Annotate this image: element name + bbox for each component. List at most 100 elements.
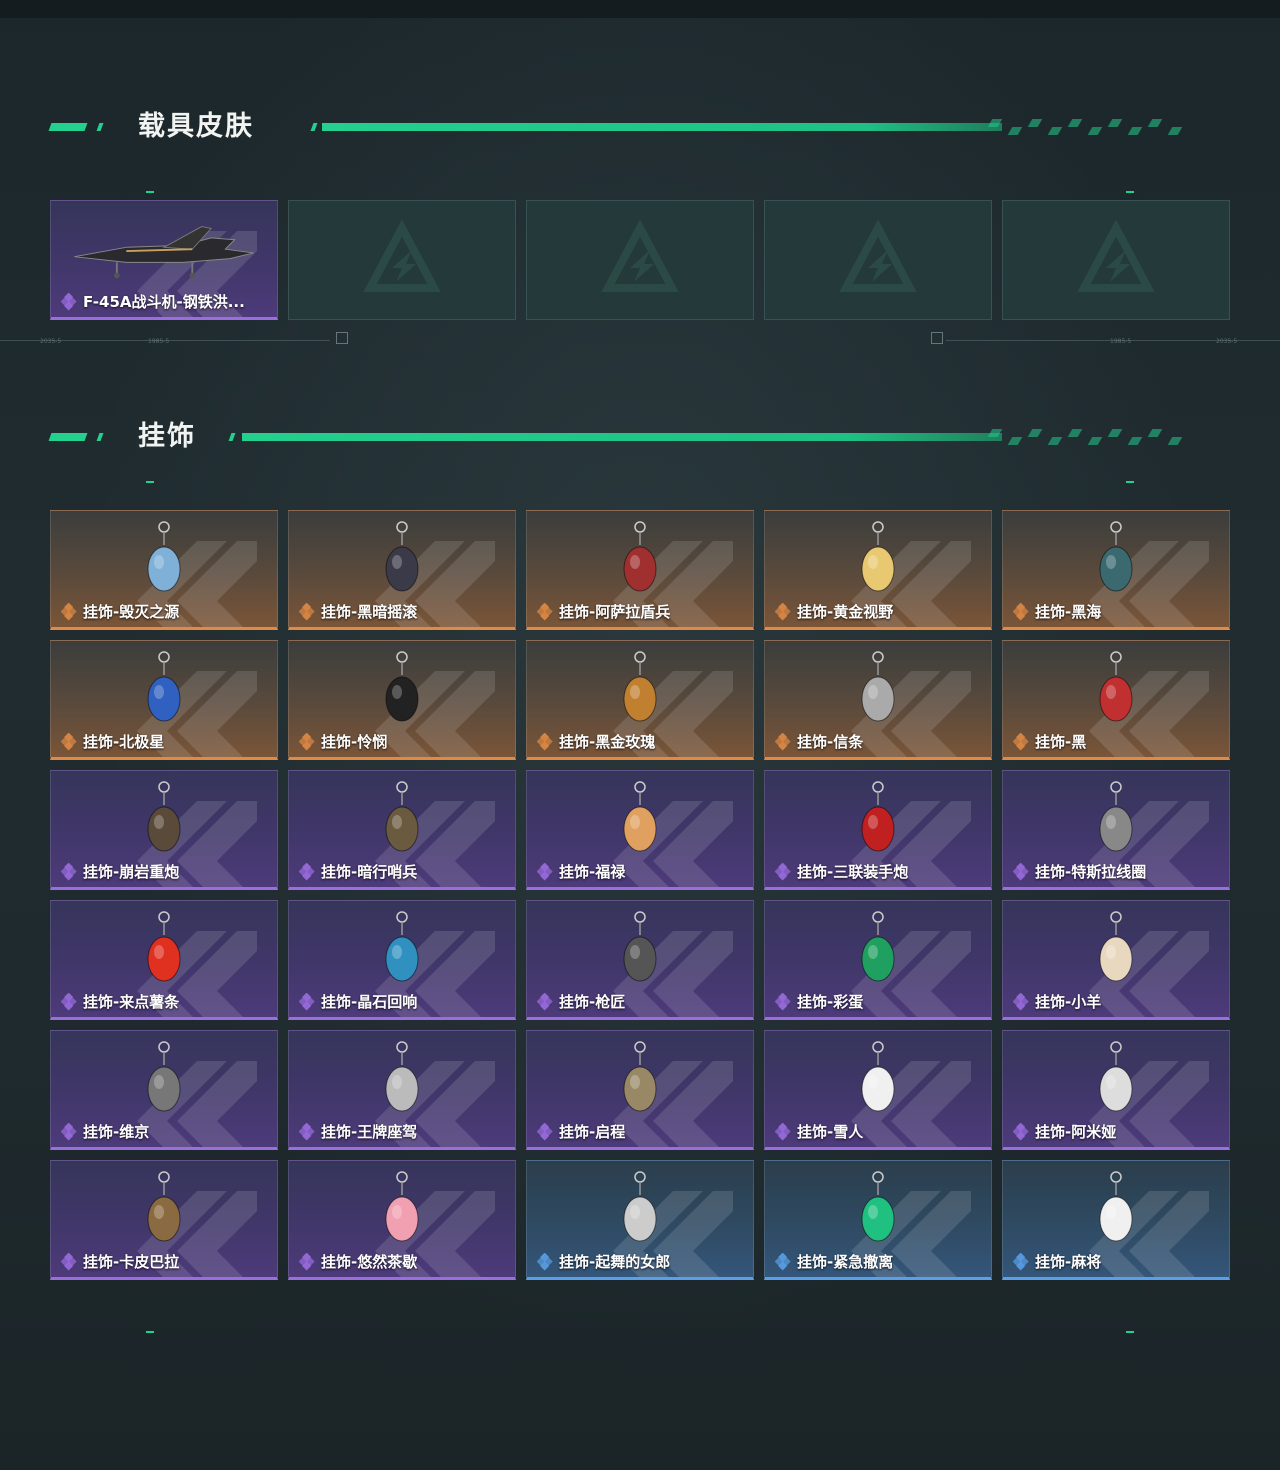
rarity-diamond-icon — [774, 602, 793, 621]
item-label: 挂饰-悠然茶歇 — [321, 1253, 418, 1271]
item-label: F-45A战斗机-钢铁洪... — [83, 293, 245, 311]
charm-card[interactable]: 挂饰-福禄 — [526, 770, 754, 890]
rarity-diamond-icon — [1012, 602, 1031, 621]
charm-card[interactable]: 挂饰-彩蛋 — [764, 900, 992, 1020]
charm-card[interactable]: 挂饰-启程 — [526, 1030, 754, 1150]
rarity-diamond-icon — [298, 992, 317, 1011]
rarity-diamond-icon — [60, 1122, 79, 1141]
empty-slot — [288, 200, 516, 320]
dancer-charm-icon — [595, 1167, 685, 1257]
charm-card[interactable]: 挂饰-晶石回响 — [288, 900, 516, 1020]
item-label: 挂饰-阿米娅 — [1035, 1123, 1117, 1141]
rarity-diamond-icon — [60, 1252, 79, 1271]
checker-block — [1087, 437, 1103, 445]
charm-card[interactable]: 挂饰-黑 — [1002, 640, 1230, 760]
charm-card[interactable]: 挂饰-枪匠 — [526, 900, 754, 1020]
timeline-square — [931, 332, 943, 344]
charm-card[interactable]: 挂饰-阿米娅 — [1002, 1030, 1230, 1150]
rarity-diamond-icon — [60, 862, 79, 881]
item-label: 挂饰-小羊 — [1035, 993, 1102, 1011]
charm-card[interactable]: 挂饰-崩岩重炮 — [50, 770, 278, 890]
charm-row: 挂饰-来点薯条 挂饰-晶石回响 挂饰-枪匠 挂饰-彩蛋 挂饰-小羊 — [50, 900, 1230, 1020]
checker-block — [1027, 429, 1043, 437]
plane-charm-icon — [357, 1037, 447, 1127]
empty-slot — [526, 200, 754, 320]
charm-card[interactable]: 挂饰-怜悯 — [288, 640, 516, 760]
charm-card[interactable]: 挂饰-黄金视野 — [764, 510, 992, 630]
charm-card[interactable]: 挂饰-起舞的女郎 — [526, 1160, 754, 1280]
charm-card[interactable]: 挂饰-黑金玫瑰 — [526, 640, 754, 760]
header-accent — [48, 123, 88, 131]
item-label: 挂饰-怜悯 — [321, 733, 388, 751]
item-label: 挂饰-黄金视野 — [797, 603, 894, 621]
charm-card[interactable]: 挂饰-来点薯条 — [50, 900, 278, 1020]
charm-card[interactable]: 挂饰-维京 — [50, 1030, 278, 1150]
charm-card[interactable]: 挂饰-北极星 — [50, 640, 278, 760]
rarity-diamond-icon — [298, 1122, 317, 1141]
timeline-label: 2035-5 — [1216, 338, 1238, 345]
checker-block — [1067, 429, 1083, 437]
rarity-diamond-icon — [1012, 992, 1031, 1011]
exit-charm-icon — [833, 1167, 923, 1257]
checker-block — [1127, 437, 1143, 445]
checker-block — [1067, 119, 1083, 127]
header-bar — [242, 433, 1002, 441]
gourd-charm-icon — [595, 777, 685, 867]
item-label: 挂饰-来点薯条 — [83, 993, 180, 1011]
item-label: 挂饰-三联装手炮 — [797, 863, 909, 881]
section-title: 载具皮肤 — [138, 111, 254, 142]
fighter-jet-icon — [69, 219, 259, 285]
rarity-diamond-icon — [774, 1252, 793, 1271]
charm-card[interactable]: 挂饰-悠然茶歇 — [288, 1160, 516, 1280]
item-label: 挂饰-暗行哨兵 — [321, 863, 418, 881]
charm-card[interactable]: 挂饰-麻将 — [1002, 1160, 1230, 1280]
charm-card[interactable]: 挂饰-王牌座驾 — [288, 1030, 516, 1150]
empty-slot — [1002, 200, 1230, 320]
rarity-diamond-icon — [536, 1252, 555, 1271]
egg-charm-icon — [833, 907, 923, 997]
fries-charm-icon — [119, 907, 209, 997]
charm-card[interactable]: 挂饰-卡皮巴拉 — [50, 1160, 278, 1280]
rarity-diamond-icon — [298, 732, 317, 751]
vehicle-skin-card[interactable]: F-45A战斗机-钢铁洪... — [50, 200, 278, 320]
charm-card[interactable]: 挂饰-阿萨拉盾兵 — [526, 510, 754, 630]
delta-logo-icon — [1076, 219, 1156, 300]
charm-card[interactable]: 挂饰-雪人 — [764, 1030, 992, 1150]
charm-card[interactable]: 挂饰-信条 — [764, 640, 992, 760]
checker-block — [1147, 429, 1163, 437]
bunny-charm-icon — [1071, 1037, 1161, 1127]
charm-card[interactable]: 挂饰-三联装手炮 — [764, 770, 992, 890]
corner-marker — [146, 191, 154, 193]
compass-charm-icon — [595, 1037, 685, 1127]
header-accent — [96, 433, 104, 441]
corner-marker — [146, 1331, 154, 1333]
charm-card[interactable]: 挂饰-小羊 — [1002, 900, 1230, 1020]
rock-charm-icon — [357, 517, 447, 607]
item-label: 挂饰-北极星 — [83, 733, 165, 751]
item-label: 挂饰-黑海 — [1035, 603, 1102, 621]
item-label: 挂饰-维京 — [83, 1123, 150, 1141]
sentinel-charm-icon — [357, 777, 447, 867]
charm-card[interactable]: 挂饰-黑海 — [1002, 510, 1230, 630]
charm-card[interactable]: 挂饰-暗行哨兵 — [288, 770, 516, 890]
item-label: 挂饰-毁灭之源 — [83, 603, 180, 621]
cupcake-charm-icon — [357, 1167, 447, 1257]
charm-card[interactable]: 挂饰-紧急撤离 — [764, 1160, 992, 1280]
charm-card[interactable]: 挂饰-黑暗摇滚 — [288, 510, 516, 630]
charm-row: 挂饰-卡皮巴拉 挂饰-悠然茶歇 挂饰-起舞的女郎 挂饰-紧急撤离 挂饰-麻将 — [50, 1160, 1230, 1280]
bear-charm-icon — [119, 777, 209, 867]
corner-marker — [146, 481, 154, 483]
rarity-diamond-icon — [536, 602, 555, 621]
rarity-diamond-icon — [1012, 1122, 1031, 1141]
charm-card[interactable]: 挂饰-特斯拉线圈 — [1002, 770, 1230, 890]
checker-block — [1047, 127, 1063, 135]
rarity-diamond-icon — [60, 602, 79, 621]
creed-charm-icon — [833, 647, 923, 737]
rarity-diamond-icon — [60, 732, 79, 751]
rarity-diamond-icon — [60, 292, 79, 311]
charm-card[interactable]: 挂饰-毁灭之源 — [50, 510, 278, 630]
section-header-charms: 挂饰 — [48, 417, 1200, 457]
item-label: 挂饰-阿萨拉盾兵 — [559, 603, 671, 621]
checker-block — [1087, 127, 1103, 135]
section-header-vehicle: 载具皮肤 — [48, 107, 1200, 147]
